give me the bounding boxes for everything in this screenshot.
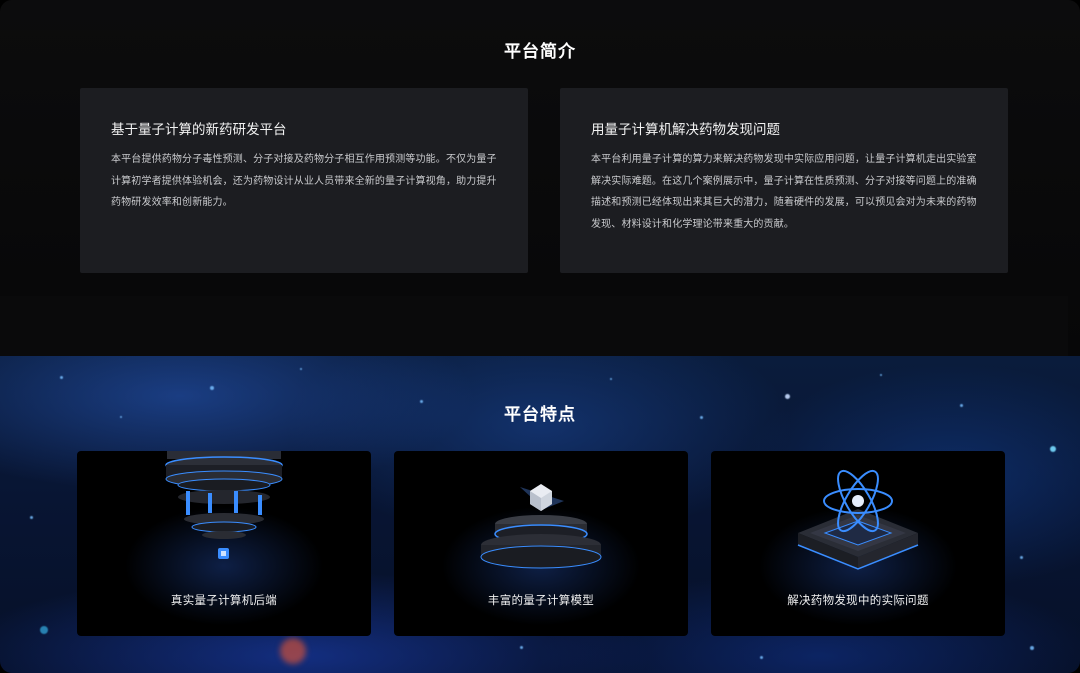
feature-card-2: 丰富的量子计算模型 [394,451,688,636]
feature-card-3: 解决药物发现中的实际问题 [711,451,1005,636]
feature-card-3-label: 解决药物发现中的实际问题 [787,593,929,607]
intro-bottom-band [0,296,1068,356]
atom-chip-icon [797,469,919,570]
intro-section: 平台简介 基于量子计算的新药研发平台 本平台提供药物分子毒性预测、分子对接及药物… [0,0,1080,356]
intro-card-2-heading: 用量子计算机解决药物发现问题 [591,122,780,138]
intro-card-1: 基于量子计算的新药研发平台 本平台提供药物分子毒性预测、分子对接及药物分子相互作… [80,88,528,273]
features-title: 平台特点 [504,405,576,425]
cube-platform-icon [480,484,602,569]
intro-card-2-body: 本平台利用量子计算的算力来解决药物发现中实际应用问题，让量子计算机走出实验室解决… [591,154,977,230]
intro-card-1-heading: 基于量子计算的新药研发平台 [111,122,287,138]
quantum-computer-icon [165,451,283,559]
intro-title: 平台简介 [504,42,576,62]
page: 平台简介 基于量子计算的新药研发平台 本平台提供药物分子毒性预测、分子对接及药物… [0,0,1080,673]
intro-card-2: 用量子计算机解决药物发现问题 本平台利用量子计算的算力来解决药物发现中实际应用问… [560,88,1008,273]
feature-card-1: 真实量子计算机后端 [77,451,371,636]
intro-card-1-body: 本平台提供药物分子毒性预测、分子对接及药物分子相互作用预测等功能。不仅为量子计算… [111,154,497,208]
feature-card-2-label: 丰富的量子计算模型 [487,593,595,607]
feature-card-1-label: 真实量子计算机后端 [170,593,278,607]
